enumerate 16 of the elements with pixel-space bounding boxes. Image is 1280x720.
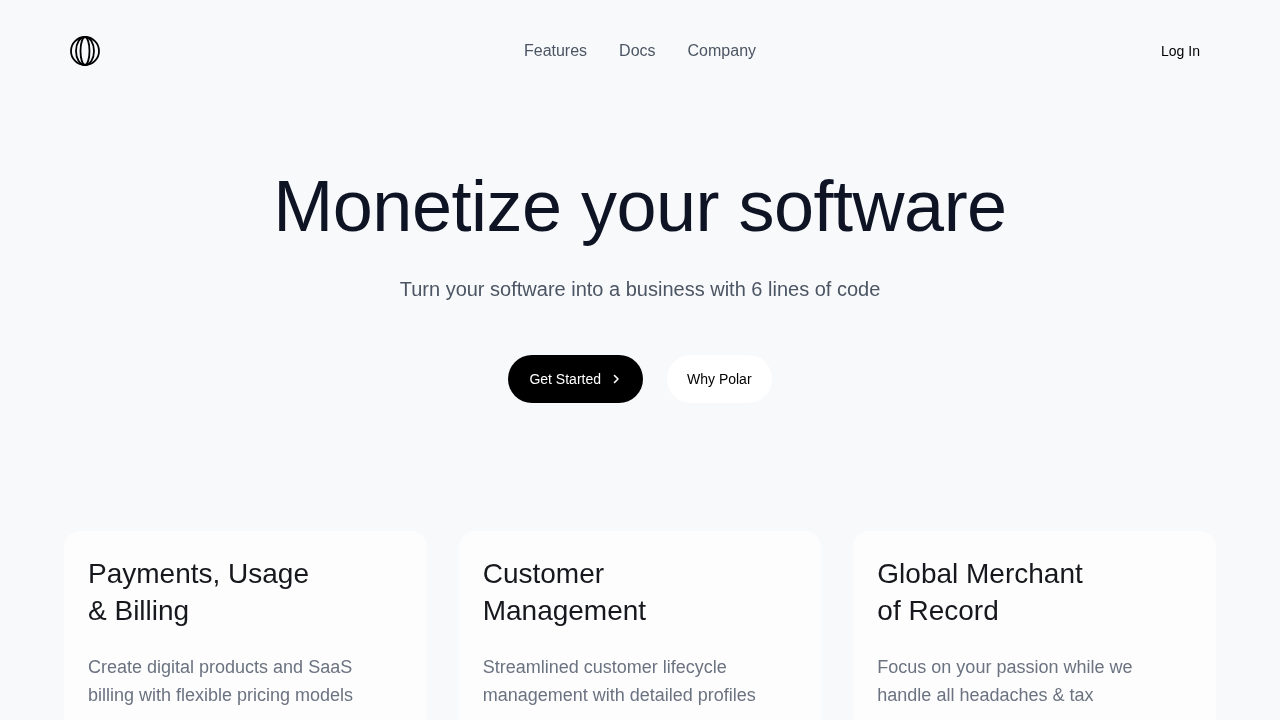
hero-title: Monetize your software <box>273 168 1007 244</box>
secondary-button[interactable]: Why Polar <box>667 355 772 403</box>
feature-title: Global Merchant of Record <box>877 557 1083 628</box>
feature-title: Payments, Usage & Billing <box>88 557 309 628</box>
feature-description: Focus on your passion while we handle all headaches & tax <box>877 656 1133 707</box>
chevron-right-icon <box>612 374 620 384</box>
get-started-button[interactable]: Get Started <box>508 355 643 403</box>
feature-description: Create digital products and SaaS billing with flexible pricing models <box>88 656 354 707</box>
feature-description: Streamlined customer lifecycle management with detailed profiles <box>482 656 756 707</box>
nav-link[interactable]: Company <box>687 39 757 63</box>
globe-logo-icon[interactable] <box>70 36 100 66</box>
hero-subtitle: Turn your software into a business with 6 lines of code <box>399 277 881 302</box>
login-link[interactable]: Log In <box>1161 40 1200 62</box>
feature-title: Customer Management <box>482 557 647 628</box>
nav-link[interactable]: Features <box>523 39 588 63</box>
nav-link[interactable]: Docs <box>619 39 656 63</box>
